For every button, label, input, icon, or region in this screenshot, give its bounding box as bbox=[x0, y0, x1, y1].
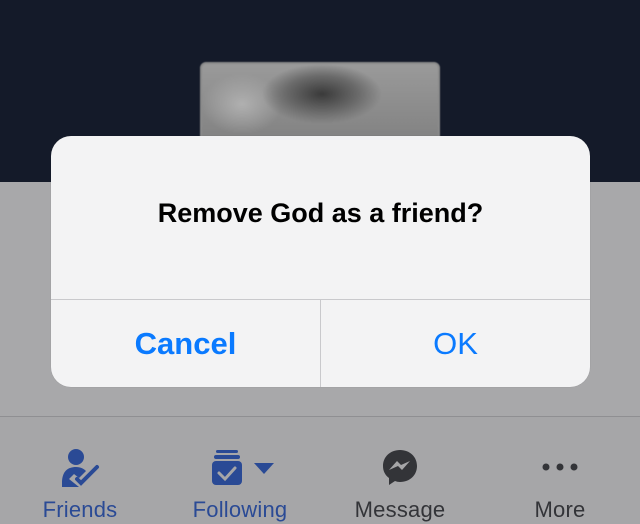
ok-button[interactable]: OK bbox=[321, 300, 590, 387]
following-button[interactable]: Following bbox=[160, 417, 320, 524]
messenger-icon bbox=[381, 447, 419, 487]
following-label: Following bbox=[192, 497, 288, 522]
cancel-button[interactable]: Cancel bbox=[51, 300, 320, 387]
chevron-down-icon bbox=[254, 463, 274, 474]
friends-label: Friends bbox=[42, 497, 118, 522]
following-feed-icon bbox=[204, 447, 276, 487]
confirm-dialog: Remove God as a friend? Cancel OK bbox=[51, 136, 590, 387]
friends-button[interactable]: Friends bbox=[0, 417, 160, 524]
more-label: More bbox=[534, 497, 586, 522]
more-button[interactable]: More bbox=[480, 417, 640, 524]
more-dots-icon bbox=[540, 447, 580, 487]
dialog-title: Remove God as a friend? bbox=[157, 198, 484, 228]
friends-check-icon bbox=[59, 447, 101, 487]
message-button[interactable]: Message bbox=[320, 417, 480, 524]
profile-action-bar: Friends Following Message More bbox=[0, 417, 640, 524]
message-label: Message bbox=[354, 497, 446, 522]
